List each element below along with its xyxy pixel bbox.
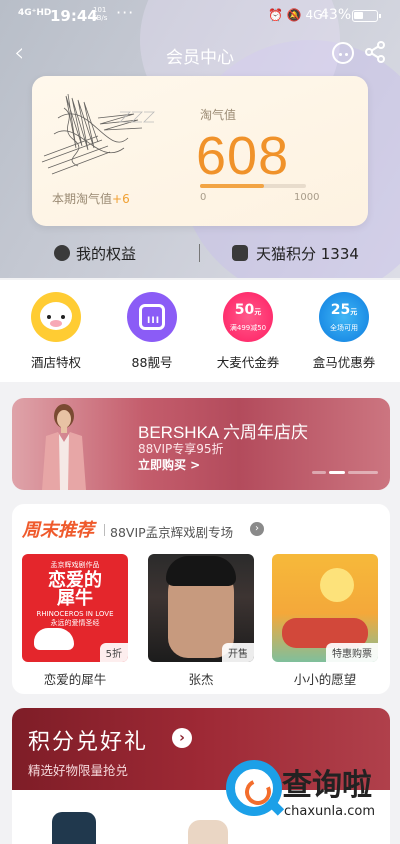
sun-icon bbox=[320, 568, 354, 602]
more-notifications-icon: ··· bbox=[116, 3, 135, 22]
my-rights-link[interactable]: 我的权益 bbox=[0, 236, 200, 270]
entry-label: 盒马优惠券 bbox=[312, 355, 376, 370]
coupon-amount: 25 bbox=[330, 302, 351, 318]
coupon-amount: 50 bbox=[234, 302, 255, 318]
carousel-dot bbox=[312, 471, 326, 474]
entry-label: 酒店特权 bbox=[30, 355, 81, 370]
coupon-note: 全场可用 bbox=[330, 324, 358, 332]
battery-icon bbox=[352, 10, 381, 22]
watermark-url: chaxunla.com bbox=[284, 804, 375, 819]
entry-hotel-privilege[interactable]: 酒店特权 bbox=[11, 292, 101, 371]
network-speed-unit: KB/s bbox=[92, 14, 108, 22]
sim-card-badge: III bbox=[147, 316, 161, 326]
poster-text: RHINOCEROS IN LOVE 永远的爱情圣经 bbox=[36, 610, 114, 627]
naughty-value-card[interactable]: 本期淘气值+6 淘气值 608 0 1000 bbox=[32, 76, 368, 226]
tmall-points-label: 天猫积分 1334 bbox=[256, 245, 359, 263]
product-thermos-image[interactable] bbox=[52, 812, 96, 844]
carousel-indicator bbox=[312, 471, 378, 474]
hema-coupon-icon: 25元 全场可用 bbox=[319, 292, 369, 342]
banner-subtitle: 88VIP专享95折 bbox=[138, 442, 224, 456]
clock: 19:44 bbox=[50, 7, 98, 25]
share-icon[interactable] bbox=[364, 40, 386, 64]
show-card[interactable]: 特惠购票 小小的愿望 bbox=[272, 554, 378, 688]
pig-icon bbox=[31, 292, 81, 342]
naughty-value-progress bbox=[200, 184, 306, 188]
chevron-right-icon[interactable]: › bbox=[172, 728, 192, 748]
nav-bar: ‹ 会员中心 bbox=[0, 36, 400, 72]
battery-fill bbox=[354, 12, 364, 19]
show-name: 恋爱的犀牛 bbox=[43, 672, 107, 687]
show-card[interactable]: 开售 张杰 bbox=[148, 554, 254, 688]
entry-88-number[interactable]: III 88靓号 bbox=[107, 292, 197, 371]
magnifier-icon bbox=[226, 760, 282, 816]
section-subtitle[interactable]: 88VIP孟京辉戏剧专场 bbox=[103, 522, 233, 541]
damai-coupon-icon: 50元 满499减50 bbox=[223, 292, 273, 342]
progress-min: 0 bbox=[200, 192, 207, 203]
exchange-subtitle: 精选好物限量抢兑 bbox=[28, 763, 129, 778]
rhino-icon bbox=[34, 628, 74, 650]
entry-damai-coupon[interactable]: 50元 满499减50 大麦代金券 bbox=[203, 292, 293, 371]
avatar-scribble bbox=[41, 93, 155, 175]
show-poster: 特惠购票 bbox=[272, 554, 378, 662]
product-kettle-image[interactable] bbox=[188, 820, 228, 844]
tmall-points-link[interactable]: 天猫积分 1334 bbox=[200, 236, 400, 270]
poster-text: 孟京辉戏剧作品 bbox=[50, 561, 100, 569]
entry-label: 88靓号 bbox=[131, 355, 173, 370]
buy-now-link[interactable]: 立即购买 > bbox=[138, 456, 200, 473]
carousel-dot-active bbox=[329, 471, 345, 474]
battery-percent: 43% bbox=[320, 7, 352, 23]
watermark-logo: 查询啦 chaxunla.com bbox=[226, 756, 392, 826]
show-tag: 5折 bbox=[99, 643, 128, 662]
network-speed: 101 KB/s bbox=[92, 6, 107, 22]
period-delta: +6 bbox=[112, 192, 130, 206]
naughty-value-label: 淘气值 bbox=[200, 108, 237, 122]
my-rights-label: 我的权益 bbox=[76, 245, 137, 263]
points-icon bbox=[232, 245, 248, 261]
show-poster: 开售 bbox=[148, 554, 254, 662]
progress-fill bbox=[200, 184, 265, 188]
coupon-unit: 元 bbox=[350, 308, 358, 316]
watermark-text: 查询啦 bbox=[282, 768, 372, 803]
bershka-banner[interactable]: BERSHKA 六周年店庆 88VIP专享95折 立即购买 > bbox=[12, 398, 390, 490]
show-name: 小小的愿望 bbox=[293, 672, 357, 687]
model-image bbox=[42, 404, 86, 490]
sim-card-icon: III bbox=[127, 292, 177, 342]
progress-max: 1000 bbox=[294, 192, 320, 203]
signal-icon: 4G⁺HD bbox=[18, 8, 52, 18]
quick-entries: 酒店特权 III 88靓号 50元 满499减50 大麦代金券 25元 全场可用… bbox=[0, 280, 400, 382]
chevron-right-icon[interactable]: › bbox=[250, 522, 264, 536]
show-poster: 孟京辉戏剧作品 恋爱的 犀牛 RHINOCEROS IN LOVE 永远的爱情圣… bbox=[22, 554, 128, 662]
show-tag: 开售 bbox=[222, 643, 254, 662]
period-label-text: 本期淘气值 bbox=[52, 192, 113, 206]
entry-label: 大麦代金券 bbox=[216, 355, 280, 370]
poster-text: 恋爱的 犀牛 bbox=[48, 570, 102, 609]
show-name: 张杰 bbox=[188, 672, 214, 687]
status-bar: 4G⁺HD 19:44 101 KB/s ··· ⏰ 🔕 4G⁺ 43% bbox=[0, 0, 400, 32]
coupon-unit: 元 bbox=[254, 308, 262, 316]
heart-icon bbox=[54, 245, 70, 261]
carousel-dot bbox=[348, 471, 378, 474]
weekend-recommend-section: 周末推荐 88VIP孟京辉戏剧专场 › 孟京辉戏剧作品 恋爱的 犀牛 RHINO… bbox=[12, 504, 390, 694]
exchange-title: 积分兑好礼 bbox=[28, 730, 149, 755]
customer-service-icon[interactable] bbox=[332, 42, 354, 64]
show-card[interactable]: 孟京辉戏剧作品 恋爱的 犀牛 RHINOCEROS IN LOVE 永远的爱情圣… bbox=[22, 554, 128, 688]
network-speed-value: 101 bbox=[93, 6, 107, 14]
show-tag: 特惠购票 bbox=[326, 643, 378, 662]
period-label: 本期淘气值+6 bbox=[52, 190, 130, 207]
entry-hema-coupon[interactable]: 25元 全场可用 盒马优惠券 bbox=[299, 292, 389, 371]
naughty-value: 608 bbox=[196, 126, 290, 186]
coupon-note: 满499减50 bbox=[229, 324, 267, 332]
section-title: 周末推荐 bbox=[22, 520, 94, 541]
